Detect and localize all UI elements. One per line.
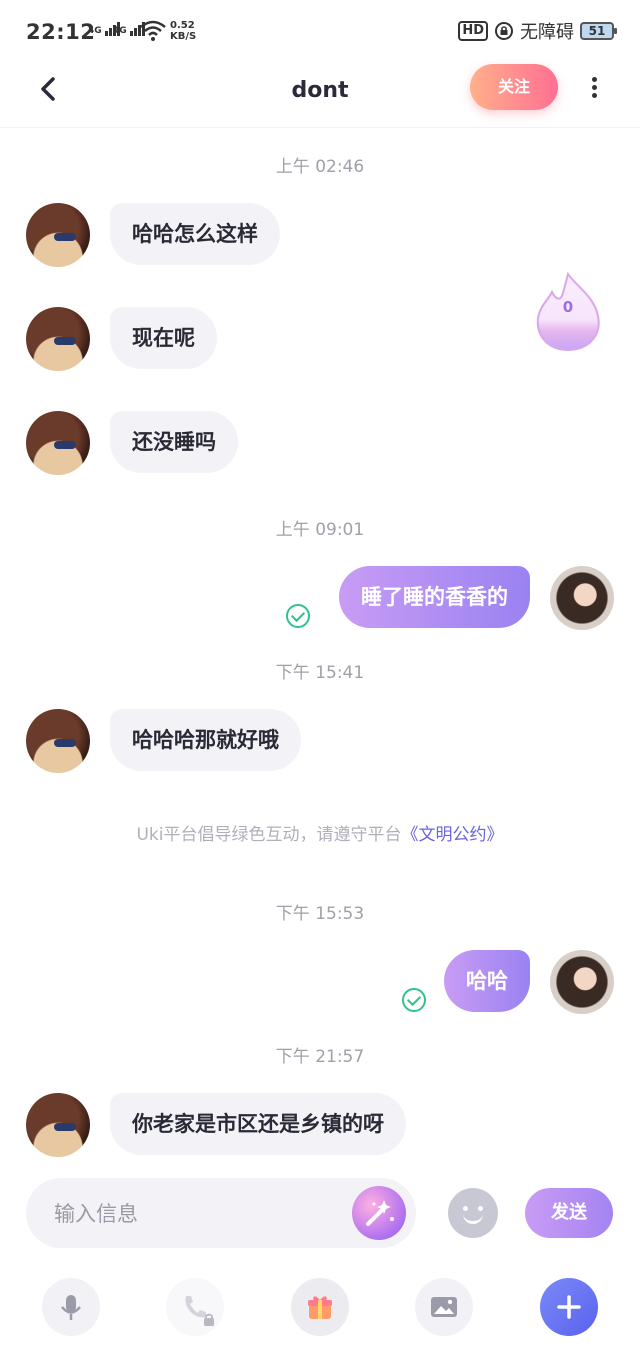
civility-pact-link[interactable]: 《文明公约》 (402, 825, 504, 845)
incoming-message[interactable]: 还没睡吗 (110, 411, 238, 473)
contact-avatar[interactable] (26, 1093, 90, 1157)
incoming-message[interactable]: 哈哈哈那就好哦 (110, 709, 301, 771)
microphone-icon (61, 1295, 81, 1320)
magic-wand-button[interactable] (352, 1186, 406, 1240)
emoji-icon[interactable] (448, 1188, 498, 1238)
incoming-message[interactable]: 现在呢 (110, 307, 217, 369)
message-input[interactable]: 输入信息 (26, 1178, 416, 1248)
wifi-icon (140, 20, 166, 41)
hd-icon: HD (458, 21, 488, 41)
intimacy-count: 0 (562, 298, 574, 316)
contact-avatar[interactable] (26, 709, 90, 773)
message-timestamp: 下午 21:57 (275, 1047, 365, 1067)
network-speed: 0.52 KB/S (170, 20, 197, 42)
send-button[interactable]: 发送 (525, 1188, 613, 1238)
accessibility-label: 无障碍 (520, 22, 574, 43)
status-bar: 22:12 4G 4G 0.52 KB/S HD 无障碍 51 (0, 0, 640, 64)
phone-locked-icon (185, 1296, 214, 1326)
image-icon (431, 1297, 457, 1317)
read-check-icon (286, 604, 310, 628)
message-timestamp: 上午 02:46 (275, 157, 365, 177)
message-timestamp: 下午 15:53 (275, 904, 365, 924)
incoming-message[interactable]: 哈哈怎么这样 (110, 203, 280, 265)
outgoing-message[interactable]: 睡了睡的香香的 (339, 566, 530, 628)
plus-icon (557, 1295, 581, 1319)
follow-button[interactable]: 关注 (470, 64, 558, 110)
read-check-icon (402, 988, 426, 1012)
outgoing-message[interactable]: 哈哈 (444, 950, 530, 1012)
status-right: HD 无障碍 51 (458, 18, 617, 44)
message-input-placeholder: 输入信息 (54, 1202, 138, 1226)
voice-call-button[interactable] (166, 1278, 224, 1336)
contact-avatar[interactable] (26, 203, 90, 267)
message-timestamp: 上午 09:01 (275, 520, 365, 540)
message-timestamp: 下午 15:41 (275, 663, 365, 683)
magic-wand-icon (366, 1200, 394, 1226)
contact-avatar[interactable] (26, 411, 90, 475)
platform-notice: Uki平台倡导绿色互动，请遵守平台《文明公约》 (0, 820, 640, 845)
contact-avatar[interactable] (26, 307, 90, 371)
status-time: 22:12 (26, 20, 96, 44)
incoming-message[interactable]: 你老家是市区还是乡镇的呀 (110, 1093, 406, 1155)
voice-button[interactable] (42, 1278, 100, 1336)
more-options-icon[interactable] (586, 74, 602, 102)
self-avatar[interactable] (550, 950, 614, 1014)
rotation-lock-icon (495, 22, 513, 40)
more-actions-button[interactable] (540, 1278, 598, 1336)
chat-header: dont 关注 (0, 64, 640, 128)
image-button[interactable] (415, 1278, 473, 1336)
gift-icon (308, 1296, 332, 1319)
battery-icon: 51 (580, 22, 617, 40)
notice-text: Uki平台倡导绿色互动，请遵守平台 (136, 825, 402, 845)
gift-button[interactable] (291, 1278, 349, 1336)
self-avatar[interactable] (550, 566, 614, 630)
intimacy-flame-badge[interactable]: 0 (532, 270, 604, 354)
